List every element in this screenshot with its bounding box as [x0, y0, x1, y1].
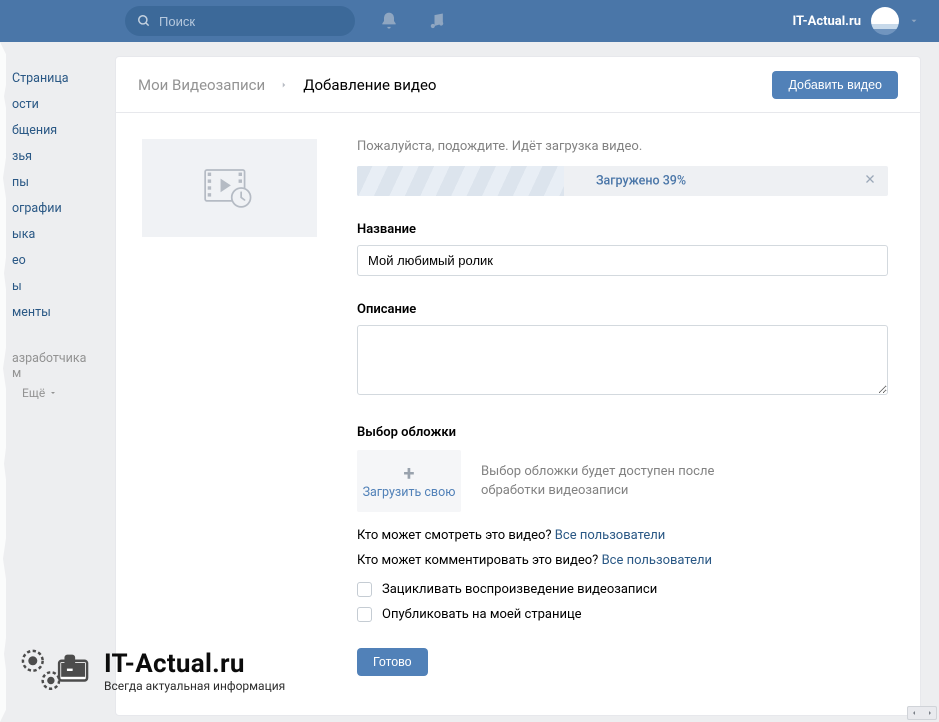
nav-item-groups[interactable]: пы	[12, 169, 95, 195]
topbar-icons	[379, 11, 447, 31]
nav-item-friends[interactable]: зья	[12, 143, 95, 169]
loop-checkbox-label: Зацикливать воспроизведение видеозаписи	[382, 582, 657, 597]
publish-checkbox[interactable]	[357, 607, 372, 622]
description-label: Описание	[357, 302, 888, 317]
nav-item-photos[interactable]: ографии	[12, 195, 95, 221]
close-icon	[864, 173, 876, 185]
breadcrumb-current: Добавление видео	[303, 76, 436, 94]
chevron-right-icon	[926, 709, 934, 717]
watermark-icon	[18, 642, 92, 700]
upload-progress-fill	[357, 166, 564, 196]
bell-icon[interactable]	[379, 11, 399, 31]
upload-cover-label: Загрузить свою	[363, 485, 456, 500]
upload-wait-text: Пожалуйста, подождите. Идёт загрузка вид…	[357, 139, 888, 154]
cover-hint-text: Выбор обложки будет доступен после обраб…	[481, 462, 761, 501]
title-input[interactable]	[357, 245, 888, 276]
film-processing-icon	[200, 163, 260, 213]
music-icon[interactable]	[427, 11, 447, 31]
nav-item-games[interactable]: ы	[12, 273, 95, 299]
nav-item-music[interactable]: ыка	[12, 221, 95, 247]
cover-row: + Загрузить свою Выбор обложки будет дос…	[357, 450, 888, 512]
video-thumbnail-placeholder	[142, 139, 317, 237]
username: IT-Actual.ru	[792, 14, 861, 29]
publish-checkbox-label: Опубликовать на моей странице	[382, 607, 582, 622]
chevron-down-icon	[909, 16, 919, 26]
privacy-comment-q: Кто может комментировать это видео?	[357, 553, 598, 568]
nav-more[interactable]: Ещё	[12, 386, 95, 400]
chevron-down-icon	[49, 389, 57, 397]
chevron-left-icon	[910, 709, 918, 717]
done-button[interactable]: Готово	[357, 648, 428, 676]
nav-more-label: Ещё	[22, 386, 45, 400]
cover-label: Выбор обложки	[357, 425, 888, 440]
upload-progress-label: Загружено 39%	[596, 174, 686, 189]
privacy-watch: Кто может смотреть это видео? Все пользо…	[357, 528, 888, 543]
upload-cover-button[interactable]: + Загрузить свою	[357, 450, 461, 512]
nav-item-docs[interactable]: менты	[12, 299, 95, 325]
description-textarea[interactable]	[357, 325, 888, 395]
nav-item-page[interactable]: Страница	[12, 65, 95, 91]
loop-checkbox[interactable]	[357, 582, 372, 597]
panel-body: Пожалуйста, подождите. Идёт загрузка вид…	[116, 113, 920, 715]
privacy-watch-link[interactable]: Все пользователи	[555, 528, 666, 543]
form-column: Пожалуйста, подождите. Идёт загрузка вид…	[357, 139, 894, 695]
chevron-right-icon	[279, 78, 289, 92]
nav-item-messages[interactable]: бщения	[12, 117, 95, 143]
privacy-watch-q: Кто может смотреть это видео?	[357, 528, 552, 543]
search-input[interactable]	[159, 14, 343, 29]
nav-item-video[interactable]: ео	[12, 247, 95, 273]
loop-checkbox-row: Зацикливать воспроизведение видеозаписи	[357, 582, 888, 597]
scrollbar-horizontal[interactable]	[907, 706, 937, 720]
title-label: Название	[357, 222, 888, 237]
breadcrumb-root[interactable]: Мои Видеозаписи	[138, 76, 265, 94]
avatar	[871, 7, 899, 35]
publish-checkbox-row: Опубликовать на моей странице	[357, 607, 888, 622]
topbar: IT-Actual.ru	[0, 0, 939, 42]
left-nav: Страница ости бщения зья пы ографии ыка …	[0, 55, 95, 400]
thumbnail-column	[142, 139, 317, 695]
search-box[interactable]	[125, 6, 355, 36]
main-panel: Мои Видеозаписи Добавление видео Добавит…	[115, 56, 921, 716]
privacy-comment-link[interactable]: Все пользователи	[602, 553, 713, 568]
nav-item-developers[interactable]: азработчикам	[12, 345, 95, 386]
panel-header: Мои Видеозаписи Добавление видео Добавит…	[116, 57, 920, 113]
cancel-upload-button[interactable]	[860, 169, 880, 193]
search-icon	[137, 14, 151, 28]
add-video-button[interactable]: Добавить видео	[772, 71, 898, 99]
upload-progress: Загружено 39%	[357, 166, 888, 196]
plus-icon: +	[404, 463, 415, 483]
user-menu[interactable]: IT-Actual.ru	[792, 7, 919, 35]
privacy-comment: Кто может комментировать это видео? Все …	[357, 553, 888, 568]
nav-item-news[interactable]: ости	[12, 91, 95, 117]
